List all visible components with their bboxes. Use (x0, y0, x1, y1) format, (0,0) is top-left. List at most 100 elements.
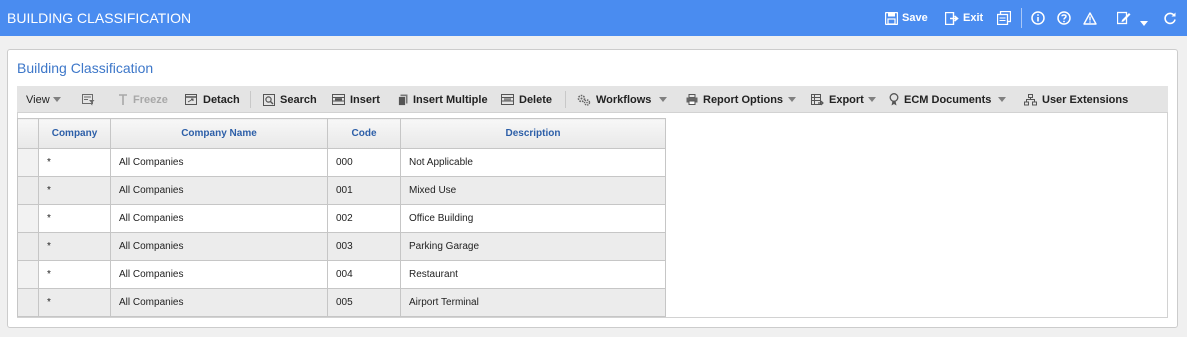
gears-icon (577, 94, 596, 106)
cell-description[interactable]: Mixed Use (400, 176, 666, 205)
row-selector-header[interactable] (17, 118, 39, 149)
cell-description[interactable]: Not Applicable (400, 148, 666, 177)
table-row[interactable]: * All Companies 005 Airport Terminal (17, 288, 666, 317)
row-selector[interactable] (17, 148, 39, 177)
search-icon (263, 93, 280, 106)
row-selector[interactable] (17, 288, 39, 317)
edit-menu-button[interactable] (1117, 9, 1131, 27)
table-header-row: Company Company Name Code Description (17, 118, 666, 149)
ecm-documents-label: ECM Documents (904, 93, 992, 106)
column-header-company[interactable]: Company (38, 118, 111, 149)
view-dropdown-caret[interactable] (53, 97, 61, 102)
cell-description[interactable]: Airport Terminal (400, 288, 666, 317)
detach-window-button[interactable] (997, 9, 1011, 27)
insert-multiple-icon (398, 94, 413, 106)
refresh-icon (1163, 11, 1177, 25)
workflows-dropdown-caret[interactable] (659, 97, 667, 102)
cell-description[interactable]: Restaurant (400, 260, 666, 289)
printer-icon (686, 94, 703, 105)
ecm-documents-icon (889, 93, 904, 106)
table-row[interactable]: * All Companies 003 Parking Garage (17, 232, 666, 261)
cell-company-name[interactable]: All Companies (110, 260, 328, 289)
cell-code[interactable]: 000 (327, 148, 401, 177)
cell-company[interactable]: * (38, 260, 111, 289)
delete-button[interactable]: Delete (501, 86, 552, 113)
exit-button[interactable]: Exit (945, 9, 983, 27)
cell-code[interactable]: 005 (327, 288, 401, 317)
insert-multiple-label: Insert Multiple (413, 93, 488, 106)
toolbar-divider (250, 91, 251, 108)
detach-icon (185, 93, 203, 106)
workflows-button[interactable]: Workflows (577, 86, 651, 113)
panel-title: Building Classification (17, 60, 154, 76)
row-selector[interactable] (17, 204, 39, 233)
column-header-code[interactable]: Code (327, 118, 401, 149)
cell-code[interactable]: 002 (327, 204, 401, 233)
window-title: BUILDING CLASSIFICATION (7, 10, 192, 26)
exit-icon (945, 11, 959, 25)
warning-icon (1083, 11, 1097, 25)
report-options-dropdown-caret[interactable] (788, 97, 796, 102)
export-button[interactable]: Export (811, 86, 864, 113)
save-label: Save (902, 12, 928, 24)
refresh-button[interactable] (1163, 9, 1177, 27)
help-button[interactable] (1057, 9, 1071, 27)
table-row[interactable]: * All Companies 000 Not Applicable (17, 148, 666, 177)
cell-company-name[interactable]: All Companies (110, 232, 328, 261)
cell-code[interactable]: 004 (327, 260, 401, 289)
cell-company-name[interactable]: All Companies (110, 204, 328, 233)
info-button[interactable] (1031, 9, 1045, 27)
cell-company-name[interactable]: All Companies (110, 288, 328, 317)
row-selector[interactable] (17, 260, 39, 289)
filter-icon (82, 93, 100, 106)
insert-button[interactable]: Insert (332, 86, 380, 113)
alerts-button[interactable] (1083, 9, 1097, 27)
detach-label: Detach (203, 93, 240, 106)
cell-description[interactable]: Office Building (400, 204, 666, 233)
cell-description[interactable]: Parking Garage (400, 232, 666, 261)
insert-label[interactable]: Insert (350, 94, 380, 106)
table-row[interactable]: * All Companies 001 Mixed Use (17, 176, 666, 205)
delete-label: Delete (519, 93, 553, 106)
hierarchy-icon (1024, 93, 1042, 106)
workflows-label: Workflows (596, 93, 652, 106)
detach-button[interactable]: Detach (185, 86, 240, 113)
cell-code[interactable]: 003 (327, 232, 401, 261)
user-extensions-button[interactable]: User Extensions (1024, 86, 1128, 113)
export-label: Export (829, 93, 864, 106)
cell-company[interactable]: * (38, 232, 111, 261)
help-icon (1057, 11, 1071, 25)
cell-company[interactable]: * (38, 288, 111, 317)
building-classification-table: Company Company Name Code Description * … (17, 118, 666, 317)
row-selector[interactable] (17, 232, 39, 261)
title-bar: BUILDING CLASSIFICATION Save Exit (0, 0, 1187, 36)
view-menu[interactable]: View (26, 86, 50, 113)
search-label: Search (280, 93, 317, 106)
filter-button[interactable] (82, 86, 100, 113)
insert-multiple-button[interactable]: Insert Multiple (398, 86, 488, 113)
column-header-description[interactable]: Description (400, 118, 666, 149)
ecm-documents-dropdown-caret[interactable] (998, 97, 1006, 102)
cell-company-name[interactable]: All Companies (110, 176, 328, 205)
table-row[interactable]: * All Companies 004 Restaurant (17, 260, 666, 289)
cell-company[interactable]: * (38, 204, 111, 233)
save-icon (885, 11, 898, 25)
freeze-button[interactable]: Freeze (118, 86, 168, 113)
search-button[interactable]: Search (263, 86, 317, 113)
row-selector[interactable] (17, 176, 39, 205)
toolbar-divider (565, 91, 566, 108)
column-header-company-name[interactable]: Company Name (110, 118, 328, 149)
copy-window-icon (997, 11, 1011, 25)
report-options-button[interactable]: Report Options (686, 86, 783, 113)
cell-company[interactable]: * (38, 176, 111, 205)
edit-note-icon (1117, 11, 1131, 25)
cell-company-name[interactable]: All Companies (110, 148, 328, 177)
ecm-documents-button[interactable]: ECM Documents (889, 86, 991, 113)
cell-code[interactable]: 001 (327, 176, 401, 205)
export-dropdown-caret[interactable] (868, 97, 876, 102)
table-row[interactable]: * All Companies 002 Office Building (17, 204, 666, 233)
info-icon (1031, 11, 1045, 25)
save-button[interactable]: Save (885, 9, 928, 27)
cell-company[interactable]: * (38, 148, 111, 177)
edit-menu-dropdown[interactable] (1140, 15, 1148, 33)
